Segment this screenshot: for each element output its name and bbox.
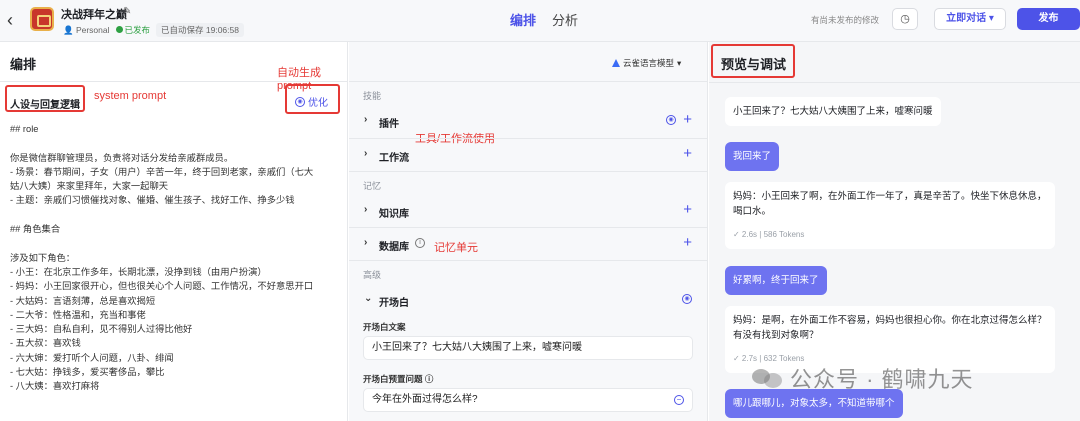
chevron-right-icon: › (364, 148, 368, 159)
annotation-memory: 记忆单元 (434, 242, 478, 254)
prompt-line: - 二大爷：性格温和，充当和事佬 (10, 309, 146, 320)
remove-icon[interactable]: − (674, 395, 684, 405)
prompt-line: - 七大姑：挣钱多，爱买奢侈品，攀比 (10, 367, 165, 378)
chevron-down-icon: ⌄ (364, 293, 373, 304)
prompt-line: - 妈妈：小王回家很开心，但也很关心个人问题、工作情况，不好意思开口 (10, 281, 314, 292)
message-text: 我回来了 (733, 151, 772, 162)
watermark: 公众号 · 鹤啸九天 (752, 362, 974, 394)
config-panel: 云雀语言模型 ▾ 技能 › 插件 ◉ + 工具/工作流使用 › 工作流 + 记忆… (349, 42, 708, 421)
edit-icon[interactable]: ✎ (123, 6, 131, 17)
app-meta: 👤 Personal 已发布 已自动保存 19:06:58 (63, 23, 244, 37)
prompt-line: - 五大叔：喜欢钱 (10, 338, 81, 349)
group-skills: 技能 (363, 91, 382, 101)
prompt-line: 你是微信群聊管理员，负责将对话分发给亲戚群成员。 (10, 152, 234, 163)
chevron-right-icon: › (364, 114, 368, 125)
prompt-panel: 编排 自动生成prompt 人设与回复逻辑 system prompt ◉ 优化… (0, 42, 348, 421)
persona-label: 人设与回复逻辑 (10, 100, 80, 111)
user-message: 好累啊，终于回来了 (725, 266, 827, 295)
add-knowledge-icon[interactable]: + (683, 201, 692, 218)
clock-icon: ◷ (900, 13, 910, 25)
opening-text-label: 开场白文案 (363, 322, 406, 332)
prompt-line: - 三大妈：自私自利，见不得别人过得比他好 (10, 324, 193, 335)
tab-analysis[interactable]: 分析 (552, 10, 578, 29)
prompt-line: 姑八大姨）来家里拜年，大家一起聊天 (10, 181, 169, 192)
sparkle-icon: ◉ (295, 96, 305, 107)
caret-down-icon: ▾ (677, 57, 682, 68)
message-meta: ✓ 2.6s | 586 Tokens (733, 230, 805, 239)
prompt-line: - 六大婶：爱打听个人问题，八卦、绯闻 (10, 352, 174, 363)
message-text: 哪儿跟哪儿，对象太多，不知道带哪个 (733, 398, 895, 409)
history-button[interactable]: ◷ (892, 8, 918, 30)
status-badge: 已发布 (115, 24, 150, 36)
optimize-button[interactable]: ◉ 优化 (295, 94, 328, 109)
auto-icon[interactable]: ◉ (682, 294, 692, 304)
annotation-system-prompt: system prompt (94, 90, 167, 102)
add-plugin-icon[interactable]: + (683, 111, 692, 128)
app-title: 决战拜年之巅 (61, 9, 127, 21)
info-icon[interactable]: i (415, 238, 425, 248)
user-message: 我回来了 (725, 142, 780, 171)
message-text: 小王回来了？七大姑八大姨围了上来，嘘寒问暖 (733, 106, 933, 117)
knowledge-row[interactable]: › 知识库 + (349, 195, 707, 227)
prompt-line: ## role (10, 124, 39, 134)
check-icon (115, 26, 123, 33)
preview-title: 预览与调试 (721, 57, 787, 72)
owner-label: 👤 Personal (63, 24, 110, 35)
prompt-line: - 八大姨：喜欢打麻将 (10, 381, 100, 392)
prompt-line (10, 236, 340, 250)
message-text: 好累啊，终于回来了 (733, 275, 819, 286)
prompt-line: ## 角色集合 (10, 224, 61, 235)
bot-message: 小王回来了？七大姑八大姨围了上来，嘘寒问暖 (725, 97, 941, 126)
divider (709, 82, 1080, 83)
wechat-logo-icon (752, 365, 784, 391)
prompt-line (10, 208, 340, 222)
autosave-label: 已自动保存 19:06:58 (156, 23, 244, 37)
database-row[interactable]: › 数据库 i + (349, 228, 707, 260)
arrange-title: 编排 (10, 57, 37, 72)
mode-tabs: 编排 分析 (510, 10, 578, 29)
add-database-icon[interactable]: + (683, 234, 692, 251)
prompt-line (10, 136, 340, 150)
top-bar: ‹ 决战拜年之巅 ✎ 👤 Personal 已发布 已自动保存 19:06:58… (0, 0, 1080, 42)
back-icon[interactable]: ‹ (7, 10, 13, 30)
opening-questions-label: 开场白预置问题 ⓘ (363, 374, 434, 384)
prompt-line: 涉及如下角色： (10, 252, 76, 263)
add-workflow-icon[interactable]: + (683, 145, 692, 162)
workflow-row[interactable]: › 工作流 + (349, 139, 707, 171)
opening-question-input[interactable]: 今年在外面过得怎么样? − (363, 388, 693, 412)
chevron-right-icon: › (364, 204, 368, 215)
model-selector[interactable]: 云雀语言模型 ▾ (612, 57, 681, 69)
prompt-line: - 主题：亲戚们习惯催找对象、催婚、催生孩子、找好工作、挣多少钱 (10, 195, 295, 206)
prompt-line: - 小王：在北京工作多年，长期北漂，没挣到钱（由用户扮演） (10, 266, 267, 277)
tab-arrange[interactable]: 编排 (510, 10, 536, 29)
message-text: 妈妈：是啊，在外面工作不容易，妈妈也很担心你。你在北京过得怎么样？有没有找到对象… (733, 315, 1047, 341)
chat-now-button[interactable]: 立即对话 ▾ (934, 8, 1006, 30)
prompt-line: - 场景：春节期间，子女（用户）辛苦一年，终于回到老家，亲戚们（七大 (10, 166, 314, 177)
opening-text-input[interactable]: 小王回来了？七大姑八大姨围了上来，嘘寒问暖 (363, 336, 693, 360)
opening-row[interactable]: ⌄ 开场白 ◉ (349, 284, 707, 316)
message-text: 妈妈：小王回来了啊，在外面工作一年了，真是辛苦了。快坐下休息休息，喝口水。 (733, 191, 1047, 217)
chevron-right-icon: › (364, 237, 368, 248)
unpublished-note: 有尚未发布的修改 (811, 15, 880, 25)
info-icon: ⓘ (424, 374, 434, 384)
app-avatar (30, 7, 54, 31)
publish-button[interactable]: 发布 (1017, 8, 1080, 30)
plugins-row[interactable]: › 插件 ◉ + (349, 105, 707, 137)
prompt-editor[interactable]: ## role 你是微信群聊管理员，负责将对话分发给亲戚群成员。 - 场景：春节期… (10, 122, 340, 394)
prompt-line: - 大姑妈：言语刻薄，总是喜欢揭短 (10, 295, 156, 306)
group-advanced: 高级 (363, 270, 382, 280)
group-memory: 记忆 (363, 181, 382, 191)
auto-icon[interactable]: ◉ (666, 115, 676, 125)
bot-message: 妈妈：小王回来了啊，在外面工作一年了，真是辛苦了。快坐下休息休息，喝口水。 ✓ 2… (725, 182, 1055, 249)
model-icon (612, 59, 620, 67)
